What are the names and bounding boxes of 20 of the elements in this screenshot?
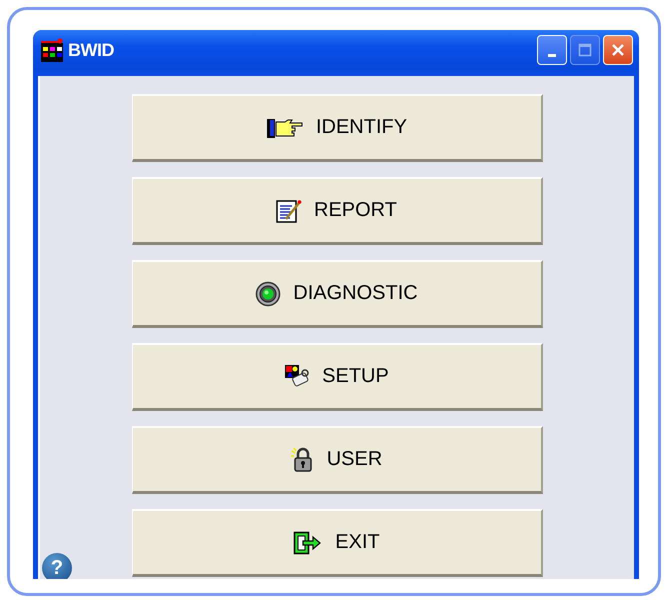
app-icon <box>40 38 64 62</box>
close-button[interactable] <box>603 35 633 65</box>
help-button[interactable]: ? <box>42 553 72 579</box>
menu-button[interactable]: SETUP <box>132 343 542 411</box>
padlock-icon <box>290 446 315 472</box>
menu-button[interactable]: REPORT <box>132 177 542 245</box>
indicator-light-icon <box>255 280 282 306</box>
window-title: BWID <box>68 40 114 60</box>
pointing-hand-icon <box>266 116 304 138</box>
maximize-icon <box>578 43 592 57</box>
setup-icon <box>284 364 310 390</box>
minimize-icon <box>548 54 556 56</box>
menu-button[interactable]: USER <box>132 426 542 494</box>
exit-door-icon <box>293 530 324 554</box>
menu-button[interactable]: EXIT <box>132 509 542 577</box>
minimize-button[interactable] <box>537 35 567 65</box>
menu-button[interactable]: DIAGNOSTIC <box>132 260 542 328</box>
menu-button[interactable]: IDENTIFY <box>132 94 542 162</box>
document-pencil-icon <box>276 198 302 222</box>
close-icon <box>611 43 625 57</box>
